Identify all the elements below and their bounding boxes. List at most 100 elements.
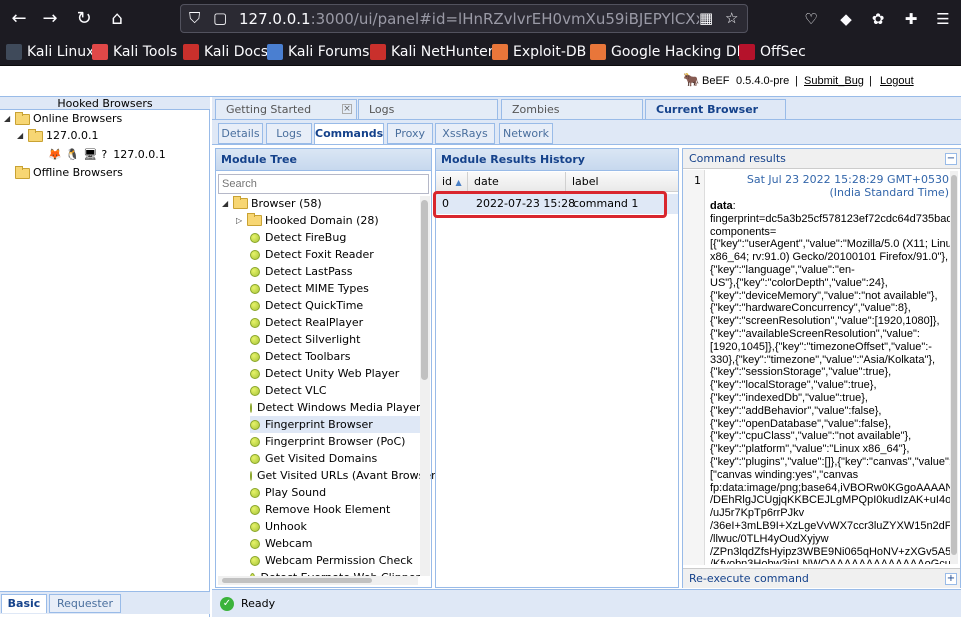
expand-icon[interactable]: ◢	[17, 128, 25, 144]
column-id[interactable]: id ▲	[436, 172, 468, 192]
host-node[interactable]: ◢ 127.0.0.1	[17, 128, 98, 144]
result-line: components=	[710, 225, 777, 238]
tree-node-browser[interactable]: ◢ Browser (58)	[222, 195, 422, 212]
module-item[interactable]: Detect RealPlayer	[250, 314, 420, 331]
module-item[interactable]: Webcam Permission Check	[250, 552, 420, 569]
module-item[interactable]: Detect FireBug	[250, 229, 420, 246]
hooked-browser-entry[interactable]: 🦊 🐧 🖥 ? 127.0.0.1	[48, 147, 166, 163]
bookmark-exploit-db[interactable]: Exploit-DB	[492, 42, 586, 62]
folder-icon	[233, 196, 248, 209]
module-status-icon	[250, 351, 260, 362]
module-item[interactable]: Detect MIME Types	[250, 280, 420, 297]
bookmark-offsec[interactable]: OffSec	[739, 42, 806, 62]
tab-logs[interactable]: Logs	[358, 99, 498, 119]
module-status-icon	[250, 453, 260, 464]
module-item[interactable]: Detect LastPass	[250, 263, 420, 280]
star-icon[interactable]: ☆	[725, 9, 738, 27]
home-icon[interactable]: ⌂	[105, 7, 129, 31]
expand-plus-icon[interactable]: +	[945, 573, 957, 585]
bookmark-kali-forums[interactable]: Kali Forums	[267, 42, 369, 62]
reload-icon[interactable]: ↻	[72, 7, 96, 31]
result-line: {"key":"availableScreenResolution","valu…	[710, 327, 920, 340]
online-browsers-node[interactable]: ◢ Online Browsers	[4, 111, 122, 127]
menu-icon[interactable]: ☰	[932, 8, 954, 30]
bookmark-kali-tools[interactable]: Kali Tools	[92, 42, 177, 62]
ready-check-icon: ✓	[220, 597, 234, 611]
result-line: {"key":"cpuClass","value":"not available…	[710, 430, 912, 443]
module-item[interactable]: Get Visited Domains	[250, 450, 420, 467]
back-icon[interactable]: ←	[7, 7, 31, 31]
logout-link[interactable]: Logout	[880, 75, 914, 87]
scrollbar-thumb[interactable]	[222, 578, 372, 583]
result-line: /36eI+3mLB9I+XzLgeVvWX7ccr3luZYXW15n2dFY…	[710, 519, 950, 532]
module-item[interactable]: Detect QuickTime	[250, 297, 420, 314]
module-item[interactable]: Fingerprint Browser	[250, 416, 420, 433]
tab-basic[interactable]: Basic	[1, 594, 47, 613]
sub-tabs: Details Logs Commands Proxy XssRays Netw…	[212, 120, 961, 145]
module-item[interactable]: Play Sound	[250, 484, 420, 501]
subtab-proxy[interactable]: Proxy	[387, 123, 433, 144]
tab-requester[interactable]: Requester	[49, 594, 121, 613]
module-item[interactable]: Detect Windows Media Player	[250, 399, 421, 416]
expand-icon[interactable]: ◢	[222, 195, 230, 212]
module-item[interactable]: Get Visited URLs (Avant Browser)	[250, 467, 440, 484]
subtab-xssrays[interactable]: XssRays	[435, 123, 495, 144]
url-text: 127.0.0.1:3000/ui/panel#id=lHnRZvlvrEH0v…	[239, 10, 699, 28]
module-tree-scrollbar[interactable]	[420, 196, 430, 576]
qr-code-icon[interactable]: ▦	[699, 9, 713, 27]
tab-current-browser[interactable]: Current Browser	[645, 99, 786, 119]
result-line: fp:data:image/png;base64,iVBORw0KGgoAAAA…	[710, 481, 950, 494]
offline-browsers-node[interactable]: Offline Browsers	[15, 165, 123, 181]
linux-icon: 🐧	[65, 148, 80, 161]
result-line: /uJ5r7KpTp6rrPJkv	[710, 507, 805, 520]
bookmark-kali-docs[interactable]: Kali Docs	[183, 42, 268, 62]
collapse-icon[interactable]: −	[945, 153, 957, 165]
tab-getting-started[interactable]: Getting Started ×	[215, 99, 357, 119]
folder-icon	[247, 213, 262, 226]
status-bar: ✓ Ready	[212, 589, 961, 617]
extensions-icon[interactable]: ✚	[900, 8, 922, 30]
module-status-icon	[250, 283, 260, 294]
scrollbar-thumb[interactable]	[951, 175, 957, 555]
pocket-icon[interactable]: ♡	[800, 8, 822, 30]
module-tree-hscrollbar[interactable]	[218, 576, 418, 585]
module-item[interactable]: Detect Foxit Reader	[250, 246, 420, 263]
settings-extension-icon[interactable]: ✿	[867, 8, 889, 30]
module-item[interactable]: Unhook	[250, 518, 420, 535]
module-item[interactable]: Remove Hook Element	[250, 501, 420, 518]
subtab-logs[interactable]: Logs	[266, 123, 312, 144]
module-item[interactable]: Detect Toolbars	[250, 348, 420, 365]
column-date[interactable]: date	[468, 172, 566, 192]
forward-icon[interactable]: →	[38, 7, 62, 31]
collapsed-icon[interactable]: ▷	[236, 212, 244, 229]
expand-icon[interactable]: ◢	[4, 111, 12, 127]
module-item[interactable]: Detect Silverlight	[250, 331, 420, 348]
bookmark-google-hacking-db[interactable]: Google Hacking DB	[590, 42, 746, 62]
scrollbar-thumb[interactable]	[421, 200, 428, 380]
url-bar[interactable]: ⛉ ▢ 127.0.0.1:3000/ui/panel#id=lHnRZvlvr…	[180, 4, 748, 33]
module-item[interactable]: Webcam	[250, 535, 420, 552]
folder-icon	[15, 111, 30, 125]
extension-fox-icon[interactable]: ◆	[835, 8, 857, 30]
module-item[interactable]: Detect Unity Web Player	[250, 365, 420, 382]
subtab-commands[interactable]: Commands	[314, 123, 384, 144]
page-icon[interactable]: ▢	[213, 9, 227, 27]
module-tree-title: Module Tree	[216, 149, 431, 171]
module-search-input[interactable]	[218, 174, 429, 194]
command-results-scrollbar[interactable]	[950, 171, 958, 564]
bookmark-kali-linux[interactable]: Kali Linux	[6, 42, 94, 62]
tree-node-hooked-domain[interactable]: ▷ Hooked Domain (28)	[236, 212, 436, 229]
result-line: {"key":"language","value":"en-	[710, 263, 855, 276]
close-icon[interactable]: ×	[342, 104, 352, 114]
shield-icon[interactable]: ⛉	[189, 9, 200, 27]
result-line: /DEhRlgJCUgjqKKBCEJLgMPQpI0kudIzAK+uI4oK…	[710, 494, 950, 507]
subtab-details[interactable]: Details	[218, 123, 263, 144]
bookmark-kali-nethunter[interactable]: Kali NetHunter	[370, 42, 493, 62]
tab-zombies[interactable]: Zombies	[501, 99, 643, 119]
submit-bug-link[interactable]: Submit_Bug	[804, 75, 864, 87]
subtab-network[interactable]: Network	[499, 123, 553, 144]
module-item[interactable]: Fingerprint Browser (PoC)	[250, 433, 420, 450]
module-results-title: Module Results History	[436, 149, 678, 171]
module-item[interactable]: Detect VLC	[250, 382, 420, 399]
column-label[interactable]: label	[566, 172, 678, 192]
